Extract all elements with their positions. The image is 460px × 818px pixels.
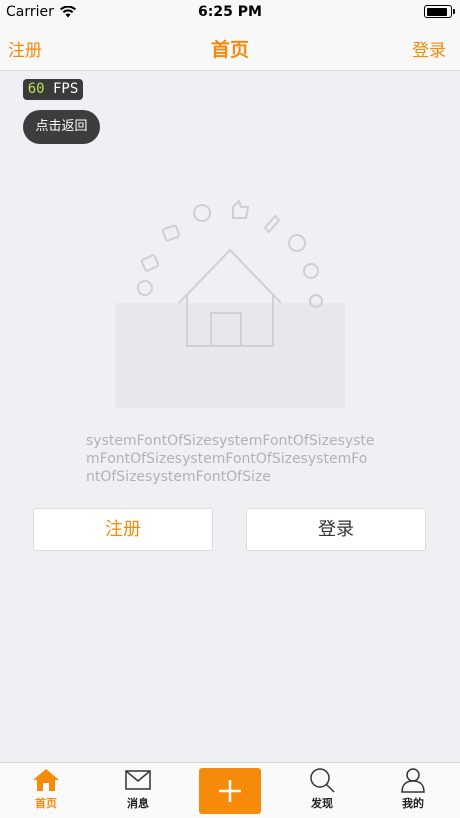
mail-icon xyxy=(125,770,151,790)
battery-icon xyxy=(424,5,455,18)
font-sample-text: systemFontOfSizesystemFontOfSizesystemFo… xyxy=(86,433,375,485)
login-button[interactable]: 登录 xyxy=(246,508,426,551)
tab-profile[interactable]: 我的 xyxy=(383,767,443,817)
tab-home[interactable]: 首页 xyxy=(16,767,76,817)
fps-value: 60 xyxy=(27,81,45,97)
back-button[interactable]: 点击返回 xyxy=(23,110,100,144)
status-bar: Carrier 6:25 PM xyxy=(0,0,460,24)
battery-level xyxy=(426,7,447,16)
profile-icon xyxy=(401,768,425,793)
navigation-bar: 注册 首页 登录 xyxy=(0,24,460,71)
fps-badge: 60 FPS xyxy=(23,79,83,100)
empty-state-illustration xyxy=(115,199,345,408)
add-button[interactable] xyxy=(199,768,261,814)
plus-icon xyxy=(219,780,241,802)
search-icon xyxy=(310,768,335,793)
tab-messages-label: 消息 xyxy=(127,797,149,810)
status-time: 6:25 PM xyxy=(198,4,262,20)
tab-home-label: 首页 xyxy=(35,797,57,810)
tab-profile-label: 我的 xyxy=(402,797,424,810)
tab-discover[interactable]: 发现 xyxy=(292,767,352,817)
tab-bar: 首页 消息 发现 我的 xyxy=(0,762,460,818)
home-icon xyxy=(33,769,59,791)
register-button[interactable]: 注册 xyxy=(33,508,213,551)
fps-unit: FPS xyxy=(53,81,79,97)
tab-messages[interactable]: 消息 xyxy=(108,767,168,817)
nav-login-button[interactable]: 登录 xyxy=(412,36,446,61)
page-title: 首页 xyxy=(210,39,249,61)
tab-discover-label: 发现 xyxy=(311,797,333,810)
